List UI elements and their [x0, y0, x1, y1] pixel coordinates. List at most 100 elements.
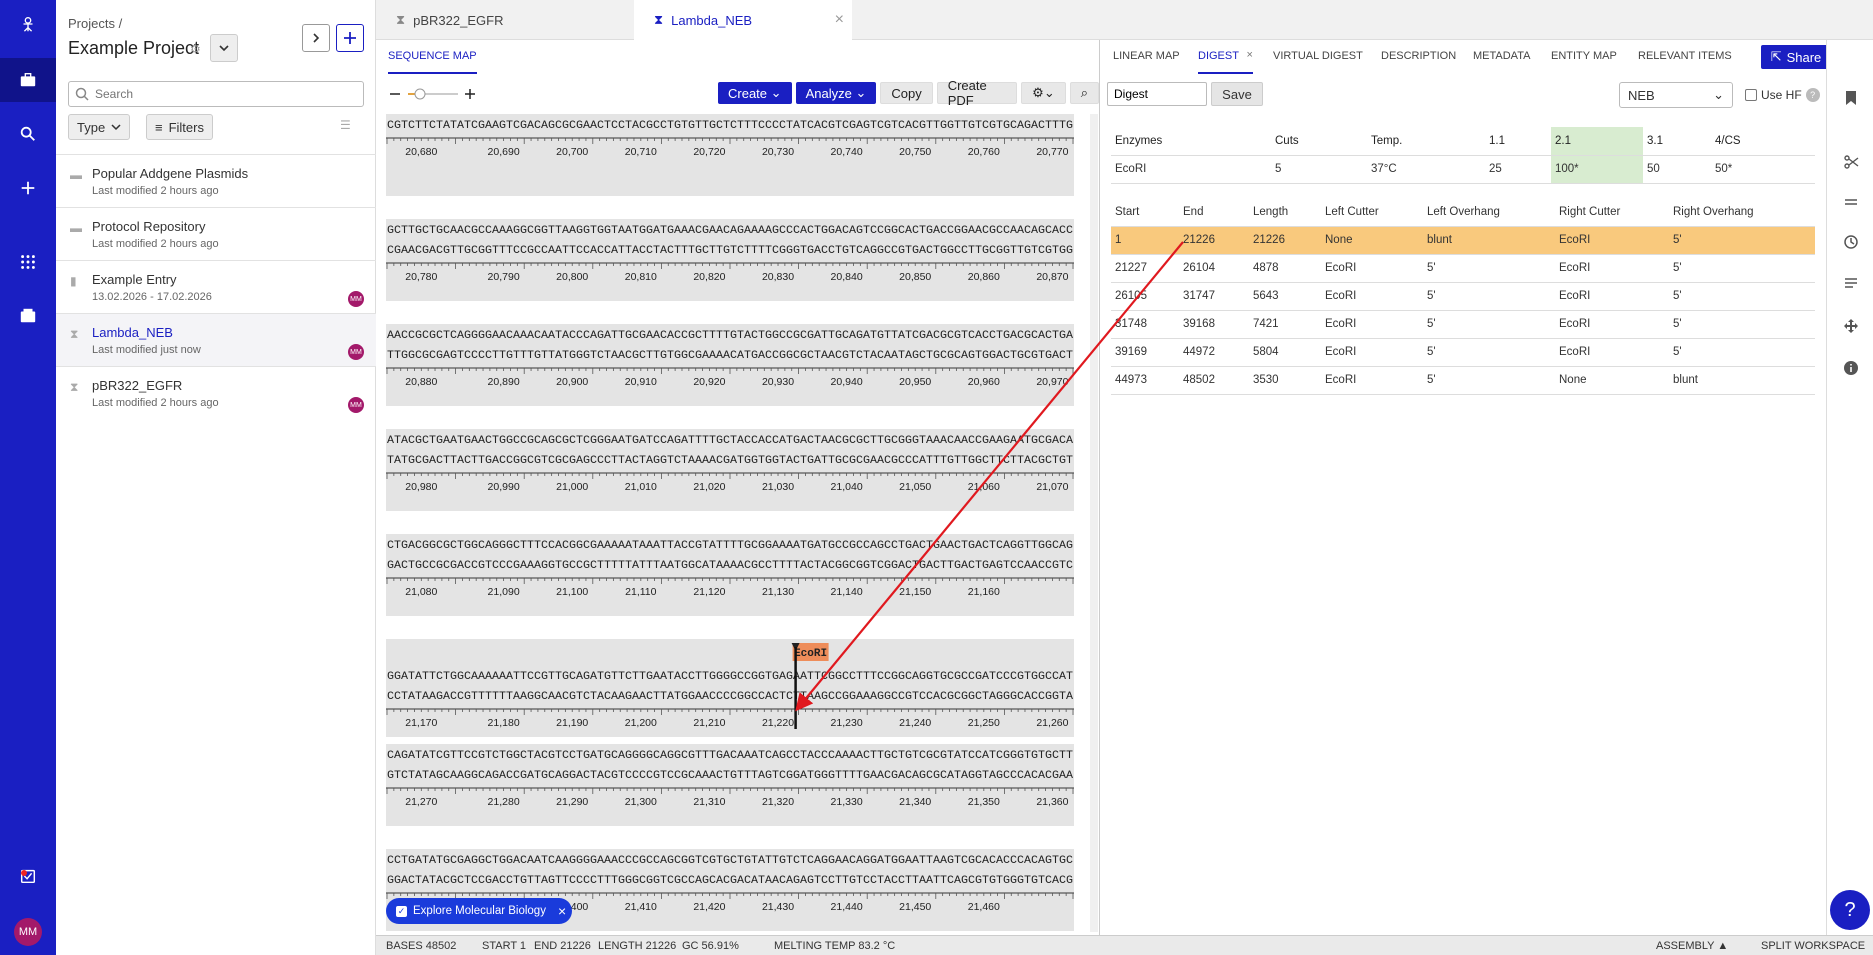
list-icon[interactable] — [1827, 272, 1873, 296]
briefcase-icon[interactable] — [0, 66, 56, 94]
sequence-bottom-strand[interactable]: TATGCGACTTACTTGACCGGCGTCGCGAGCCCTTACTAGG… — [387, 455, 1073, 467]
user-avatar[interactable]: MM — [14, 918, 42, 946]
close-icon[interactable]: × — [835, 11, 844, 29]
tab-digest[interactable]: DIGEST × — [1198, 49, 1253, 74]
tab-description[interactable]: DESCRIPTION — [1381, 50, 1456, 72]
search-icon[interactable] — [0, 120, 56, 148]
sequence-row[interactable]: CAGATATCGTTCCGTCTGGCTACGTCCTGATGCAGGGGCA… — [386, 744, 1074, 826]
apps-grid-icon[interactable] — [0, 248, 56, 276]
inventory-icon[interactable] — [0, 302, 56, 330]
sequence-row[interactable]: CTGACGGCGCTGGCAGGGCTTTCCACGGCGAAAAATAAAT… — [386, 534, 1074, 616]
create-button[interactable]: Create ⌄ — [718, 82, 792, 104]
tab-virtual-digest[interactable]: VIRTUAL DIGEST — [1273, 50, 1363, 72]
assembly-button[interactable]: ASSEMBLY ▲ — [1656, 940, 1728, 952]
explore-molecular-biology-chip[interactable]: ✓ Explore Molecular Biology × — [386, 898, 572, 924]
project-list-item[interactable]: ▮ Example Entry 13.02.2026 - 17.02.2026 MM — [56, 260, 376, 313]
sequence-top-strand[interactable]: GGATATTCTGGCAAAAAATTCCGTTGCAGATGTTCTTGAA… — [387, 671, 1073, 683]
sequence-bottom-strand[interactable]: GGACTATACGCTCCGACCTGTTAGTTCCCCTTTGGGCGGT… — [387, 875, 1073, 887]
add-entry-button[interactable] — [336, 24, 364, 52]
sequence-top-strand[interactable]: CAGATATCGTTCCGTCTGGCTACGTCCTGATGCAGGGGCA… — [387, 750, 1073, 762]
ecori-cut-label[interactable]: EcoRI — [794, 648, 827, 660]
logo-icon[interactable] — [0, 10, 56, 38]
project-search[interactable] — [68, 81, 364, 107]
supplier-select[interactable]: NEB ⌄ — [1619, 82, 1733, 108]
use-hf-label: Use HF — [1761, 88, 1802, 102]
ruler-tick-label: 21,280 — [488, 796, 520, 808]
fragment-row[interactable]: 39169 44972 5804 EcoRI 5' EcoRI 5' — [1111, 338, 1815, 367]
project-item-name: Popular Addgene Plasmids — [92, 166, 249, 181]
sequence-top-strand[interactable]: CTGACGGCGCTGGCAGGGCTTTCCACGGCGAAAAATAAAT… — [387, 540, 1073, 552]
history-icon[interactable] — [1827, 230, 1873, 254]
sequence-bottom-strand[interactable]: GTCTATAGCAAGGCAGACCGATGCAGGACTACGTCCCCGT… — [387, 770, 1073, 782]
sequence-top-strand[interactable]: CGTCTTCTATATCGAAGTCGACAGCGCGAACTCCTACGCC… — [387, 120, 1073, 132]
sequence-row[interactable]: ATACGCTGAATGAACTGGCCGCAGCGCTCGGGAATGATCC… — [386, 429, 1074, 511]
save-button[interactable]: Save — [1211, 82, 1263, 106]
tab-linear-map[interactable]: LINEAR MAP — [1113, 50, 1180, 72]
analyze-button[interactable]: Analyze ⌄ — [795, 82, 877, 104]
use-hf-toggle[interactable]: Use HF ? — [1745, 88, 1820, 102]
tab-pbr322-egfr[interactable]: ⧗ pBR322_EGFR — [376, 0, 633, 40]
sequence-map-view[interactable]: CGTCTTCTATATCGAAGTCGACAGCGCGAACTCCTACGCC… — [386, 114, 1074, 932]
help-icon[interactable]: ? — [1805, 88, 1820, 102]
enzyme-row[interactable]: EcoRI 5 37°C 25 100* 50 50* — [1111, 155, 1815, 184]
find-button[interactable]: ⌕ — [1069, 82, 1099, 104]
move-icon[interactable] — [1827, 314, 1873, 338]
fragment-cell: 7421 — [1249, 310, 1321, 339]
sequence-top-strand[interactable]: GCTTGCTGCAACGCCAAAGGCGGTTAAGGTGGTAATGGAT… — [387, 225, 1073, 237]
sequence-bottom-strand[interactable]: CGAACGACGTTGCGGTTTCCGCCAATTCCACCATTACCTA… — [387, 245, 1073, 257]
fragment-row[interactable]: 31748 39168 7421 EcoRI 5' EcoRI 5' — [1111, 310, 1815, 339]
enzyme-column-header: 2.1 — [1551, 127, 1643, 156]
sequence-scrollbar[interactable] — [1090, 114, 1098, 932]
project-list-item[interactable]: ⧗ Lambda_NEB Last modified just now MM — [56, 313, 376, 366]
plus-icon[interactable] — [0, 174, 56, 202]
project-list-item[interactable]: ▬ Protocol Repository Last modified 2 hour… — [56, 207, 376, 260]
sequence-row[interactable]: GCTTGCTGCAACGCCAAAGGCGGTTAAGGTGGTAATGGAT… — [386, 219, 1074, 301]
fragment-row[interactable]: 1 21226 21226 None blunt EcoRI 5' — [1111, 226, 1815, 255]
sequence-bottom-strand[interactable]: CCTATAAGACCGTTTTTTAAGGCAACGTCTACAAGAACTT… — [387, 691, 1073, 703]
sequence-bottom-strand[interactable]: GACTGCCGCGACCGTCCCGAAAGGTGCCGCTTTTTATTTA… — [387, 560, 1073, 572]
project-list-item[interactable]: ▬ Popular Addgene Plasmids Last modified 2… — [56, 154, 376, 207]
sequence-top-strand[interactable]: AACCGCGCTCAGGGGAACAAACAATACCCAGATTGCGAAC… — [387, 330, 1073, 342]
tasks-icon[interactable] — [0, 862, 56, 890]
project-list-item[interactable]: ⧗ pBR322_EGFR Last modified 2 hours ago MM — [56, 366, 376, 419]
help-button[interactable]: ? — [1830, 890, 1870, 930]
scissors-icon[interactable] — [1827, 150, 1873, 174]
breadcrumb[interactable]: Projects / — [68, 16, 122, 31]
copy-button[interactable]: Copy — [880, 82, 933, 104]
zoom-slider[interactable] — [388, 84, 488, 104]
filters-button[interactable]: ≡ Filters — [146, 114, 213, 140]
status-melting-temp: MELTING TEMP 83.2 °C — [774, 940, 896, 952]
project-dropdown-button[interactable] — [210, 34, 238, 62]
tab-metadata[interactable]: METADATA — [1473, 50, 1530, 72]
bookmark-icon[interactable] — [1827, 86, 1873, 110]
gear-icon[interactable]: ⚙ — [190, 42, 201, 56]
fragment-row[interactable]: 21227 26104 4878 EcoRI 5' EcoRI 5' — [1111, 254, 1815, 283]
tab-sequence-map[interactable]: SEQUENCE MAP — [388, 50, 477, 74]
tab-relevant-items[interactable]: RELEVANT ITEMS — [1638, 50, 1732, 72]
expand-button[interactable] — [302, 24, 330, 52]
search-input[interactable] — [95, 87, 335, 101]
close-icon[interactable]: × — [1247, 49, 1253, 61]
tab-lambda-neb[interactable]: ⧗ Lambda_NEB × — [634, 0, 852, 40]
use-hf-checkbox[interactable] — [1745, 89, 1757, 101]
sequence-bottom-strand[interactable]: TTGGCGCGAGTCCCCTTGTTTGTTATGGGTCTAACGCTTG… — [387, 350, 1073, 362]
type-filter-button[interactable]: Type — [68, 114, 131, 140]
fragment-row[interactable]: 44973 48502 3530 EcoRI 5' None blunt — [1111, 366, 1815, 395]
tab-entity-map[interactable]: ENTITY MAP — [1551, 50, 1617, 72]
settings-dropdown-button[interactable]: ⚙⌄ — [1021, 82, 1066, 104]
close-icon[interactable]: × — [558, 903, 566, 919]
sequence-top-strand[interactable]: ATACGCTGAATGAACTGGCCGCAGCGCTCGGGAATGATCC… — [387, 435, 1073, 447]
share-button[interactable]: ⇱ Share — [1761, 45, 1831, 69]
sequence-top-strand[interactable]: CCTGATATGCGAGGCTGGACAATCAAGGGGAAACCCGCCA… — [387, 855, 1073, 867]
sliders-icon[interactable]: ☰ — [340, 118, 351, 132]
fragment-row[interactable]: 26105 31747 5643 EcoRI 5' EcoRI 5' — [1111, 282, 1815, 311]
split-workspace-button[interactable]: SPLIT WORKSPACE — [1761, 940, 1865, 952]
sequence-row[interactable]: CGTCTTCTATATCGAAGTCGACAGCGCGAACTCCTACGCC… — [386, 114, 1074, 196]
info-icon[interactable] — [1827, 356, 1873, 380]
sequence-row[interactable]: AACCGCGCTCAGGGGAACAAACAATACCCAGATTGCGAAC… — [386, 324, 1074, 406]
digest-name-input[interactable] — [1107, 82, 1207, 106]
create-pdf-button[interactable]: Create PDF — [936, 78, 1018, 108]
align-icon[interactable] — [1827, 190, 1873, 214]
sequence-row[interactable]: GGATATTCTGGCAAAAAATTCCGTTGCAGATGTTCTTGAA… — [386, 639, 1074, 737]
ruler-tick-label: 20,690 — [488, 146, 520, 158]
